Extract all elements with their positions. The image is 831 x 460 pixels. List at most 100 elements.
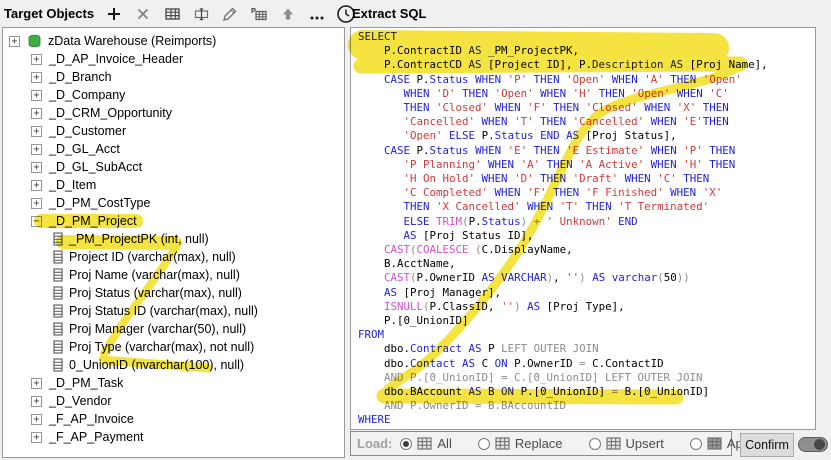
sql-code: SELECT P.ContractID AS _PM_ProjectPK, P.… bbox=[351, 28, 815, 428]
radio-icon[interactable] bbox=[478, 438, 490, 450]
target-objects-tree: + zData Warehouse (Reimports) + _D_AP_Invoi… bbox=[3, 28, 344, 446]
tree-item-label: _D_PM_CostType bbox=[49, 196, 150, 210]
radio-icon[interactable] bbox=[589, 438, 601, 450]
tree-column-item[interactable]: Proj Type (varchar(max), not null) bbox=[3, 338, 344, 356]
sql-line: CAST(P.OwnerID AS VARCHAR), '') AS varch… bbox=[358, 271, 815, 285]
tree-item-label: _D_Company bbox=[49, 88, 125, 102]
tree-table-item[interactable]: + _D_GL_SubAcct bbox=[3, 158, 344, 176]
tree-column-item[interactable]: Proj Manager (varchar(50), null) bbox=[3, 320, 344, 338]
radio-icon[interactable] bbox=[690, 438, 702, 450]
add-icon[interactable] bbox=[104, 4, 124, 24]
expand-icon[interactable]: + bbox=[31, 396, 42, 407]
expand-icon[interactable]: + bbox=[31, 414, 42, 425]
tree-item-label: _D_CRM_Opportunity bbox=[49, 106, 172, 120]
expand-icon[interactable]: + bbox=[31, 162, 42, 173]
column-icon bbox=[53, 232, 63, 246]
tree-table-item[interactable]: −_D_PM_Project bbox=[3, 212, 344, 230]
tree-item-label: _D_GL_SubAcct bbox=[49, 160, 142, 174]
tree-column-item[interactable]: Proj Status ID (varchar(max), null) bbox=[3, 302, 344, 320]
load-option-label: Replace bbox=[515, 436, 563, 451]
svg-text:P: P bbox=[251, 6, 256, 15]
table-grid-icon bbox=[417, 437, 432, 450]
sql-line: ISNULL(P.ClassID, '') AS [Proj Type], bbox=[358, 300, 815, 314]
column-icon bbox=[53, 250, 63, 264]
tree-item-label: _D_PM_Task bbox=[49, 376, 123, 390]
upload-icon[interactable] bbox=[278, 4, 298, 24]
load-option-label: All bbox=[437, 436, 451, 451]
expand-icon[interactable]: + bbox=[9, 36, 20, 47]
confirm-toggle[interactable] bbox=[798, 437, 828, 452]
tree-table-item[interactable]: + _D_Company bbox=[3, 86, 344, 104]
target-objects-header: Target Objects P bbox=[0, 0, 346, 27]
tree-column-item[interactable]: Proj Status (varchar(max), null) bbox=[3, 284, 344, 302]
load-radio-group: AllReplaceUpsertAppend bbox=[400, 436, 797, 451]
rename-icon[interactable] bbox=[191, 4, 211, 24]
sql-editor-panel[interactable]: SELECT P.ContractID AS _PM_ProjectPK, P.… bbox=[350, 27, 816, 430]
paste-table-icon[interactable]: P bbox=[249, 4, 269, 24]
sql-line: P.[0_UnionID] bbox=[358, 314, 815, 328]
tree-table-item[interactable]: + _D_PM_CostType bbox=[3, 194, 344, 212]
tree-item-label: zData Warehouse (Reimports) bbox=[48, 34, 216, 48]
tree-table-item[interactable]: + zData Warehouse (Reimports) bbox=[3, 32, 344, 50]
expand-icon[interactable]: + bbox=[31, 198, 42, 209]
tree-column-item[interactable]: Proj Name (varchar(max), null) bbox=[3, 266, 344, 284]
tree-item-label: Proj Status ID (varchar(max), null) bbox=[69, 304, 258, 318]
sql-line: dbo.Contact AS C ON P.OwnerID = C.Contac… bbox=[358, 357, 815, 371]
delete-icon[interactable] bbox=[133, 4, 153, 24]
load-option-upsert[interactable]: Upsert bbox=[589, 436, 664, 451]
tree-table-item[interactable]: + _F_AP_Payment bbox=[3, 428, 344, 446]
tree-item-label: _D_PM_Project bbox=[49, 214, 137, 228]
table-icon[interactable] bbox=[162, 4, 182, 24]
tree-table-item[interactable]: + _D_Branch bbox=[3, 68, 344, 86]
tree-item-label: 0_UnionID (nvarchar(100), null) bbox=[69, 358, 244, 372]
column-icon bbox=[53, 304, 63, 318]
column-icon bbox=[53, 322, 63, 336]
tree-item-label: _F_AP_Payment bbox=[49, 430, 144, 444]
sql-line: CASE P.Status WHEN 'P' THEN 'Open' WHEN … bbox=[358, 73, 815, 87]
sql-line: WHERE bbox=[358, 413, 815, 427]
sql-line: 'Open' ELSE P.Status END AS [Proj Status… bbox=[358, 129, 815, 143]
sql-line: dbo.Contract AS P LEFT OUTER JOIN bbox=[358, 342, 815, 356]
expand-icon[interactable]: + bbox=[31, 378, 42, 389]
database-icon bbox=[27, 34, 42, 48]
sql-line: CAST(COALESCE (C.DisplayName, bbox=[358, 243, 815, 257]
tree-column-item[interactable]: 0_UnionID (nvarchar(100), null) bbox=[3, 356, 344, 374]
target-objects-toolbar: P bbox=[104, 4, 356, 24]
expand-icon[interactable]: + bbox=[31, 180, 42, 191]
load-option-replace[interactable]: Replace bbox=[478, 436, 563, 451]
tree-table-item[interactable]: +_D_Item bbox=[3, 176, 344, 194]
tree-column-item[interactable]: _PM_ProjectPK (int, null) bbox=[3, 230, 344, 248]
sql-line: THEN 'X Cancelled' WHEN 'T' THEN 'T Term… bbox=[358, 200, 815, 214]
tree-table-item[interactable]: +_D_GL_Acct bbox=[3, 140, 344, 158]
sql-line: WHEN 'D' THEN 'Open' WHEN 'H' THEN 'Open… bbox=[358, 87, 815, 101]
tree-item-label: _D_AP_Invoice_Header bbox=[49, 52, 183, 66]
load-option-all[interactable]: All bbox=[400, 436, 451, 451]
extract-sql-title: Extract SQL bbox=[352, 6, 426, 21]
expand-icon[interactable]: + bbox=[31, 126, 42, 137]
tree-item-label: _D_Branch bbox=[49, 70, 112, 84]
expand-icon[interactable]: + bbox=[31, 108, 42, 119]
table-grid-icon bbox=[707, 437, 722, 450]
tree-table-item[interactable]: +_D_Customer bbox=[3, 122, 344, 140]
expand-icon[interactable]: + bbox=[31, 144, 42, 155]
tree-item-label: Proj Manager (varchar(50), null) bbox=[69, 322, 246, 336]
edit-icon[interactable] bbox=[220, 4, 240, 24]
tree-table-item[interactable]: + _D_AP_Invoice_Header bbox=[3, 50, 344, 68]
tree-table-item[interactable]: +_D_Vendor bbox=[3, 392, 344, 410]
expand-icon[interactable]: + bbox=[31, 54, 42, 65]
more-icon[interactable] bbox=[307, 4, 327, 24]
tree-table-item[interactable]: +_F_AP_Invoice bbox=[3, 410, 344, 428]
sql-line: 'H On Hold' WHEN 'D' THEN 'Draft' WHEN '… bbox=[358, 172, 815, 186]
sql-line: 'P Planning' WHEN 'A' THEN 'A Active' WH… bbox=[358, 158, 815, 172]
column-icon bbox=[53, 268, 63, 282]
tree-table-item[interactable]: + _D_PM_Task bbox=[3, 374, 344, 392]
radio-selected-icon[interactable] bbox=[400, 438, 412, 450]
confirm-button[interactable]: Confirm bbox=[740, 433, 794, 457]
collapse-icon[interactable]: − bbox=[31, 216, 42, 227]
expand-icon[interactable]: + bbox=[31, 432, 42, 443]
tree-table-item[interactable]: + _D_CRM_Opportunity bbox=[3, 104, 344, 122]
expand-icon[interactable]: + bbox=[31, 90, 42, 101]
tree-item-label: _PM_ProjectPK (int, null) bbox=[69, 232, 209, 246]
expand-icon[interactable]: + bbox=[31, 72, 42, 83]
tree-column-item[interactable]: Project ID (varchar(max), null) bbox=[3, 248, 344, 266]
